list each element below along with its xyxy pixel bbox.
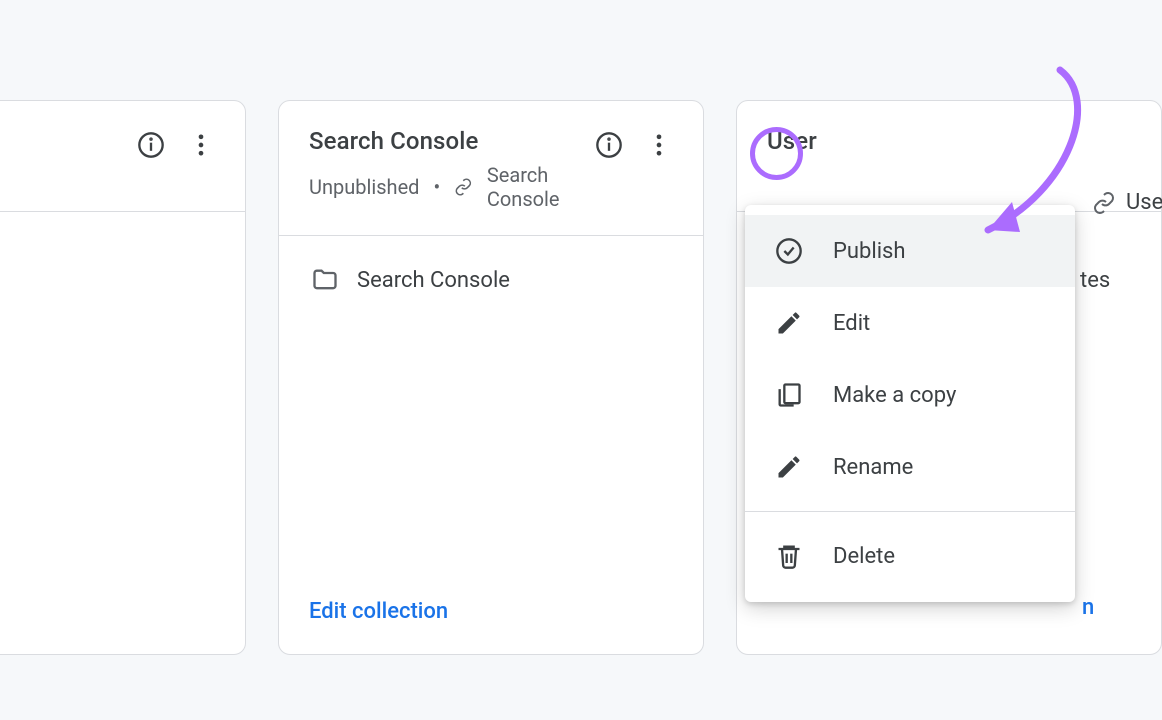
info-button[interactable] — [137, 131, 165, 159]
dropdown-item-publish[interactable]: Publish — [745, 215, 1075, 287]
card-body: Search Console — [279, 236, 703, 575]
dropdown-item-copy[interactable]: Make a copy — [745, 359, 1075, 431]
link-icon — [1092, 191, 1116, 215]
more-vert-icon — [187, 131, 215, 159]
source-text: Search Console — [487, 163, 595, 211]
partial-body-right: tes — [1080, 268, 1110, 293]
card-header: Search Console Unpublished • Search Cons… — [279, 101, 703, 236]
dropdown-label: Delete — [833, 544, 895, 569]
card-subtitle: cle — [0, 163, 137, 187]
card-subtitle: Unpublished • Search Console — [309, 163, 595, 211]
collection-card-partial-left: cle — [0, 100, 246, 655]
card-title: User — [767, 127, 1131, 155]
link-icon — [454, 175, 473, 199]
card-title: Search Console — [309, 127, 595, 155]
info-icon — [595, 131, 623, 159]
more-options-button[interactable] — [645, 131, 673, 159]
dropdown-divider — [745, 511, 1075, 512]
folder-icon — [311, 266, 339, 294]
dropdown-item-rename[interactable]: Rename — [745, 431, 1075, 503]
collection-card-search-console: Search Console Unpublished • Search Cons… — [278, 100, 704, 655]
copy-icon — [775, 381, 803, 409]
card-body — [0, 212, 245, 654]
partial-source-right: User — [1092, 190, 1162, 215]
dropdown-item-edit[interactable]: Edit — [745, 287, 1075, 359]
dropdown-label: Make a copy — [833, 383, 956, 408]
folder-row[interactable]: Search Console — [311, 266, 671, 294]
card-title — [0, 127, 137, 155]
partial-link-right: n — [1082, 595, 1094, 620]
dropdown-label: Edit — [833, 311, 870, 336]
card-footer: Edit collection — [279, 575, 703, 654]
card-subtitle — [767, 163, 1131, 187]
more-options-button[interactable] — [187, 131, 215, 159]
status-text: Unpublished — [309, 175, 419, 199]
trash-icon — [775, 542, 803, 570]
pencil-icon — [775, 453, 803, 481]
pencil-icon — [775, 309, 803, 337]
separator-dot: • — [433, 175, 440, 199]
info-icon — [137, 131, 165, 159]
edit-collection-link[interactable]: Edit collection — [309, 599, 448, 624]
more-vert-icon — [645, 131, 673, 159]
folder-label: Search Console — [357, 268, 510, 293]
dropdown-label: Publish — [833, 239, 906, 264]
options-dropdown: Publish Edit Make a copy Rename Delete — [745, 205, 1075, 602]
card-header: cle — [0, 101, 245, 212]
dropdown-item-delete[interactable]: Delete — [745, 520, 1075, 592]
check-circle-icon — [775, 237, 803, 265]
info-button[interactable] — [595, 131, 623, 159]
dropdown-label: Rename — [833, 455, 913, 480]
